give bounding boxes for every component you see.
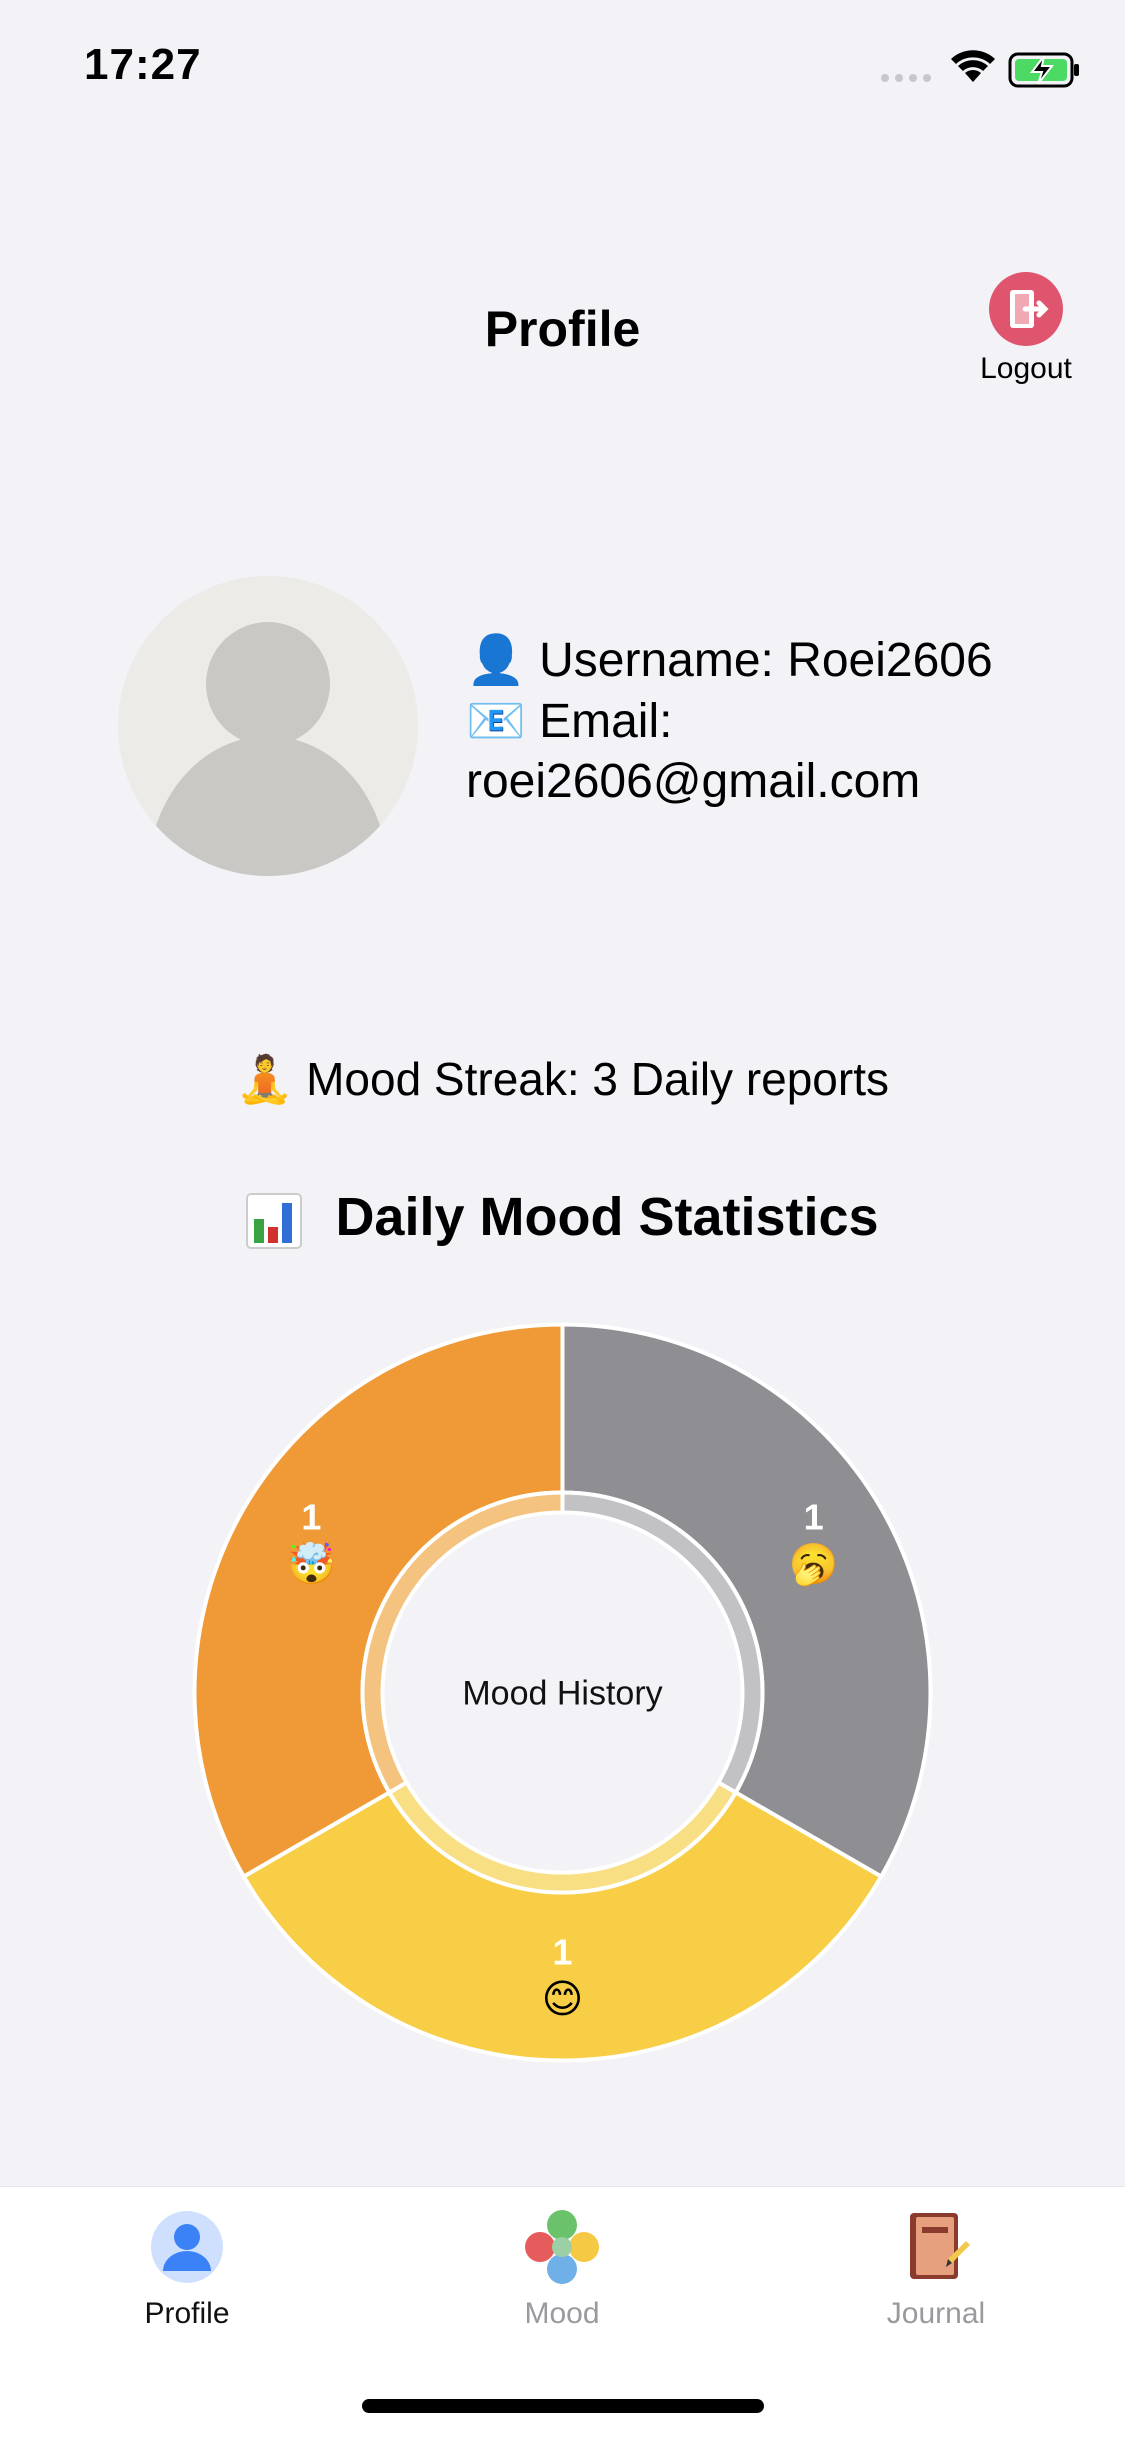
mood-streak-text: Mood Streak: 3 Daily reports xyxy=(306,1053,889,1105)
user-silhouette-icon: 👤 xyxy=(466,632,526,688)
journal-icon xyxy=(910,2213,970,2279)
mood-streak: 🧘 Mood Streak: 3 Daily reports xyxy=(0,1052,1125,1107)
cellular-signal-icon xyxy=(881,74,931,82)
slice-value-label: 1 xyxy=(552,1932,572,1973)
page-title: Profile xyxy=(484,301,641,357)
bar-chart-icon xyxy=(246,1192,303,1249)
user-info: 👤 Username: Roei2606 📧 Email: roei2606@g… xyxy=(466,630,993,812)
tab-journal-label: Journal xyxy=(886,2297,986,2330)
donut-center-label: Mood History xyxy=(462,1675,662,1713)
meditation-icon: 🧘 xyxy=(236,1052,294,1106)
statistics-title: Daily Mood Statistics xyxy=(0,1186,1125,1249)
logout-label: Logout xyxy=(980,352,1072,385)
mood-donut-chart: 1🥱1😊1🤯Mood History xyxy=(192,1322,933,2063)
tab-profile[interactable]: Profile xyxy=(57,2207,317,2331)
mood-icon xyxy=(525,2210,599,2284)
username-row: 👤 Username: Roei2606 xyxy=(466,630,993,691)
slice-value-label: 1 xyxy=(301,1497,321,1538)
slice-emoji-label: 🥱 xyxy=(789,1542,839,1588)
avatar-placeholder-icon xyxy=(148,622,388,876)
tab-journal[interactable]: Journal xyxy=(806,2207,1066,2331)
statistics-title-text: Daily Mood Statistics xyxy=(335,1187,879,1247)
wifi-icon xyxy=(951,50,995,82)
username-text: Username: Roei2606 xyxy=(539,634,993,687)
logout-button[interactable]: Logout xyxy=(962,270,1090,386)
slice-emoji-label: 🤯 xyxy=(286,1541,336,1588)
avatar[interactable] xyxy=(118,576,418,876)
battery-charging-icon xyxy=(1008,52,1079,88)
tab-mood-label: Mood xyxy=(524,2297,600,2330)
home-indicator xyxy=(362,2399,764,2413)
profile-icon xyxy=(151,2211,223,2283)
tab-profile-label: Profile xyxy=(144,2297,230,2330)
slice-emoji-label: 😊 xyxy=(542,1977,584,2023)
status-time: 17:27 xyxy=(84,40,202,89)
email-label: Email: xyxy=(539,695,673,748)
email-value: roei2606@gmail.com xyxy=(466,755,921,808)
status-bar: 17:27 xyxy=(0,0,1125,140)
tab-mood[interactable]: Mood xyxy=(432,2207,692,2331)
slice-value-label: 1 xyxy=(804,1497,824,1538)
email-row: 📧 Email: xyxy=(466,691,993,752)
tab-bar: Profile Mood Journal xyxy=(0,2186,1125,2437)
logout-icon xyxy=(989,272,1063,346)
email-envelope-icon: 📧 xyxy=(466,693,526,749)
